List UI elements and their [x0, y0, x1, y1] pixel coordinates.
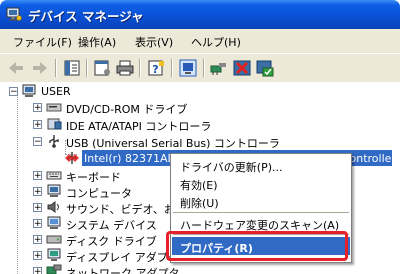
back-arrow-icon[interactable]: [6, 58, 26, 78]
tree-root-label: USER: [41, 85, 71, 98]
toolbar-separator: [86, 59, 87, 77]
tree-guide-line: [17, 95, 18, 274]
uninstall-device-icon[interactable]: [232, 58, 252, 78]
tree-node-label: サウンド、ビデオ、およ: [66, 203, 186, 216]
ide-controller-icon: [47, 118, 62, 130]
expand-toggle[interactable]: +: [33, 103, 42, 113]
system-device-icon: [47, 216, 61, 229]
usb-warning-icon: [65, 152, 79, 164]
toolbar-separator: [203, 59, 204, 77]
toolbar-separator: [55, 59, 56, 77]
toolbar-separator: [139, 59, 140, 77]
menu-item-enable[interactable]: 有効(E): [172, 174, 350, 192]
tree-node-label: ディスク ドライブ: [66, 235, 157, 248]
toolbar: ?: [0, 53, 400, 83]
disable-device-icon[interactable]: [255, 58, 275, 78]
expand-toggle[interactable]: +: [33, 120, 42, 130]
sound-icon: [47, 201, 59, 213]
menu-bar: ファイル(F) 操作(A) 表示(V) ヘルプ(H): [0, 29, 400, 53]
menu-item-scan-hardware[interactable]: ハードウェア変更のスキャン(A): [172, 214, 350, 232]
svg-text:?: ?: [152, 63, 158, 76]
menu-view[interactable]: 表示(V): [135, 34, 173, 50]
menu-item-label: 削除(U): [180, 197, 219, 210]
expand-toggle[interactable]: +: [33, 171, 42, 181]
expand-toggle[interactable]: +: [33, 219, 42, 229]
device-manager-window: デバイス マネージャ ファイル(F) 操作(A) 表示(V) ヘルプ(H) ? …: [0, 0, 400, 274]
menu-item-uninstall[interactable]: 削除(U): [172, 192, 350, 210]
toolbar-separator: [171, 59, 172, 77]
show-hide-tree-icon[interactable]: [62, 58, 82, 78]
scan-hardware-icon[interactable]: [209, 58, 229, 78]
collapse-toggle[interactable]: −: [9, 87, 18, 97]
dvd-drive-icon: [46, 103, 62, 112]
device-manager-icon: [6, 7, 22, 21]
tree-node-label: ネットワーク アダプタ: [66, 267, 180, 274]
help-icon[interactable]: ?: [146, 58, 166, 78]
expand-toggle[interactable]: +: [33, 267, 42, 274]
computer-icon: [47, 184, 61, 197]
keyboard-icon: [46, 171, 62, 180]
expand-toggle[interactable]: +: [33, 235, 42, 245]
menu-action[interactable]: 操作(A): [78, 34, 116, 50]
expand-toggle[interactable]: +: [33, 251, 42, 261]
menu-item-label: ドライバの更新(P)...: [180, 161, 283, 174]
highlight-annotation-box: [166, 231, 348, 261]
collapse-toggle[interactable]: −: [33, 137, 42, 147]
tree-node-label: DVD/CD-ROM ドライブ: [66, 103, 188, 116]
menu-item-update-driver[interactable]: ドライバの更新(P)...: [172, 156, 350, 174]
menu-file[interactable]: ファイル(F): [13, 34, 72, 50]
tree-node-label: IDE ATA/ATAPI コントローラ: [66, 120, 212, 133]
update-driver-icon[interactable]: [178, 58, 198, 78]
menu-item-label: 有効(E): [180, 179, 218, 192]
tree-node-label: USB (Universal Serial Bus) コントローラ: [66, 137, 280, 150]
network-adapter-icon: [46, 264, 62, 274]
menu-help[interactable]: ヘルプ(H): [191, 34, 241, 50]
menu-divider: [173, 212, 349, 213]
title-bar[interactable]: デバイス マネージャ: [0, 0, 400, 29]
computer-icon: [22, 84, 36, 97]
tree-node-label: ディスプレイ アダプタ: [66, 251, 179, 264]
usb-icon: [49, 135, 59, 148]
expand-toggle[interactable]: +: [33, 203, 42, 213]
disk-drive-icon: [46, 235, 62, 244]
expand-toggle[interactable]: +: [33, 187, 42, 197]
forward-arrow-icon[interactable]: [30, 58, 50, 78]
print-icon[interactable]: [115, 58, 135, 78]
tree-node-label: キーボード: [66, 171, 121, 184]
tree-node-label: コンピュータ: [66, 187, 132, 200]
tree-node-label: システム デバイス: [66, 219, 157, 232]
properties-icon[interactable]: [92, 58, 112, 78]
display-adapter-icon: [47, 248, 61, 261]
window-title: デバイス マネージャ: [28, 9, 144, 24]
